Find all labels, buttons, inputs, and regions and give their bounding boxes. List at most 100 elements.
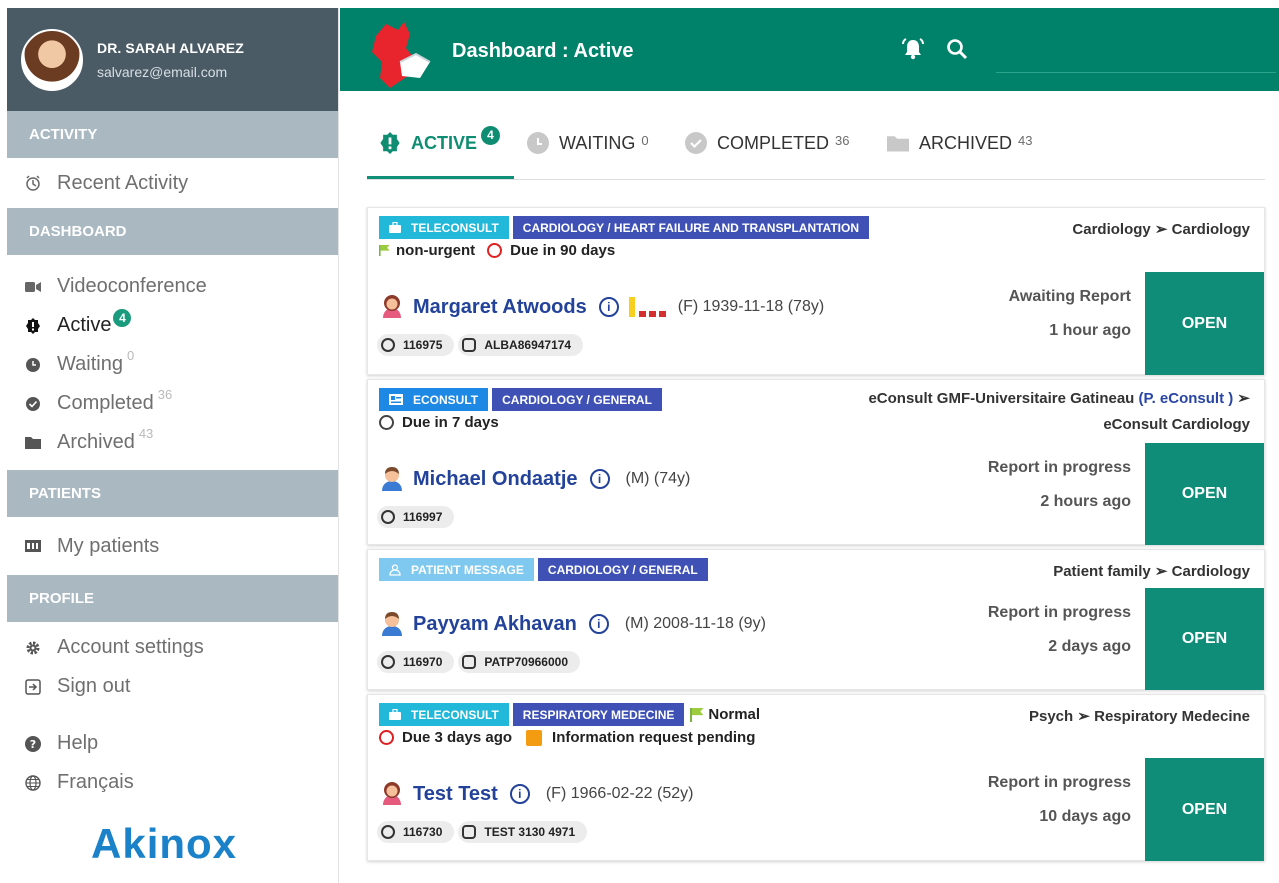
time-ago: 2 days ago [1048,638,1131,655]
status-label: Report in progress [987,459,1131,476]
search-input[interactable] [996,72,1276,73]
tab-archived[interactable]: ARCHIVED 43 [887,132,1032,154]
due-label: Due 3 days ago [402,729,513,746]
patient-name-link[interactable]: Payyam Akhavan [413,613,577,636]
type-tag: ECONSULT [379,388,489,411]
info-icon[interactable]: i [589,469,610,489]
briefcase-icon [389,709,401,720]
count-label: 0 [641,132,649,148]
sidebar-item-account-settings[interactable]: Account settings [7,628,338,667]
sidebar-item-waiting[interactable]: Waiting 0 [7,345,338,384]
card-icon [462,338,477,352]
due-label: Due in 90 days [510,242,616,259]
id-pill: 116730 [377,821,455,843]
alert-badge-icon [25,317,41,334]
female-avatar-icon [383,295,401,318]
sidebar-item-label: Active [57,314,112,336]
route: Cardiology ➢ Cardiology [1072,221,1250,238]
sidebar-item-active[interactable]: Active 4 [7,306,338,345]
due-label: Due in 7 days [402,414,499,431]
sidebar-item-completed[interactable]: Completed 36 [7,384,338,423]
clock-solid-icon [527,132,549,154]
econsult-icon [389,394,403,405]
map-logo-icon [372,22,431,88]
female-avatar-icon [383,782,401,805]
male-avatar-icon [382,612,402,636]
patient-name-link[interactable]: Test Test [413,783,498,806]
route-link[interactable]: (P. eConsult ) [1139,390,1234,407]
clock-solid-icon [25,357,41,373]
tab-waiting[interactable]: WAITING 0 [527,132,649,154]
avatar [21,28,83,91]
status-block: Report in progress 2 days ago [988,596,1131,664]
type-tag: TELECONSULT [379,216,509,239]
priority-label: Normal [708,706,761,723]
id-pill: 116970 [377,651,455,673]
info-icon[interactable]: i [598,297,619,317]
globe-icon [25,774,41,791]
id-pill: 116997 [377,506,455,528]
count-label: 43 [138,426,154,441]
timer-icon [487,243,503,258]
folder-icon [25,435,41,451]
sign-out-icon [25,678,41,695]
gear-icon [25,640,41,656]
tab-completed[interactable]: COMPLETED 36 [685,132,850,154]
status-label: Report in progress [987,604,1131,621]
sidebar-item-label: Account settings [57,636,204,658]
count-badge: 4 [481,125,501,145]
section-activity: ACTIVITY [7,111,338,158]
sidebar-item-label: Waiting [57,353,123,375]
open-button[interactable]: OPEN [1145,443,1264,545]
clock-icon [25,175,41,191]
referral-card: TELECONSULT RESPIRATORY MEDECINE Normal … [367,694,1265,861]
search-icon[interactable] [946,38,968,65]
akinox-logo: Akinox [91,820,238,867]
patient-name-link[interactable]: Michael Ondaatje [413,468,578,491]
section-patients: PATIENTS [7,470,338,517]
sidebar-item-label: My patients [57,534,160,557]
info-icon[interactable]: i [588,614,609,634]
check-circle-icon [25,396,41,412]
time-ago: 2 hours ago [1040,493,1131,510]
help-icon: ? [25,735,41,752]
info-icon[interactable]: i [509,784,530,804]
tab-active[interactable]: ACTIVE 4 [379,125,501,154]
sidebar-item-my-patients[interactable]: My patients [7,517,338,575]
sidebar-item-label: Videoconference [57,275,207,297]
briefcase-icon [389,222,401,233]
type-tag: PATIENT MESSAGE [379,558,534,581]
sidebar-item-archived[interactable]: Archived 43 [7,423,338,462]
bell-icon[interactable] [900,38,926,65]
sidebar-item-sign-out[interactable]: Sign out [7,667,338,706]
referral-card: PATIENT MESSAGE CARDIOLOGY / GENERAL Pat… [367,549,1265,690]
status-label: Report in progress [987,774,1131,791]
sidebar-item-recent-activity[interactable]: Recent Activity [7,158,338,208]
route: eConsult GMF-Universitaire Gatineau (P. … [868,390,1250,433]
time-ago: 10 days ago [1039,808,1131,825]
patient-name-link[interactable]: Margaret Atwoods [413,296,587,319]
count-label: 36 [157,387,173,402]
specialty-tag: CARDIOLOGY / GENERAL [492,388,662,411]
tab-label: ARCHIVED [919,132,1013,153]
flag-icon [690,707,704,722]
profile-header[interactable]: DR. SARAH ALVAREZ salvarez@email.com [7,8,338,111]
sidebar-item-videoconference[interactable]: Videoconference [7,267,338,306]
sidebar-item-help[interactable]: ? Help [7,724,338,763]
folder-icon [887,132,909,154]
open-button[interactable]: OPEN [1145,588,1264,690]
count-label: 43 [1018,132,1033,148]
info-request-label: Information request pending [552,729,756,746]
specialty-tag: RESPIRATORY MEDECINE [512,703,685,726]
sidebar-item-language[interactable]: Français [7,763,338,802]
section-profile: PROFILE [7,575,338,622]
id-icon [381,655,395,669]
sidebar-item-label: Completed [57,392,154,414]
open-button[interactable]: OPEN [1145,272,1264,375]
timer-icon [379,415,394,430]
card-icon [462,825,477,839]
specialty-tag: CARDIOLOGY / HEART FAILURE AND TRANSPLAN… [512,216,869,239]
open-button[interactable]: OPEN [1145,758,1264,861]
specialty-tag: CARDIOLOGY / GENERAL [537,558,708,581]
sidebar-item-label: Help [57,732,99,754]
